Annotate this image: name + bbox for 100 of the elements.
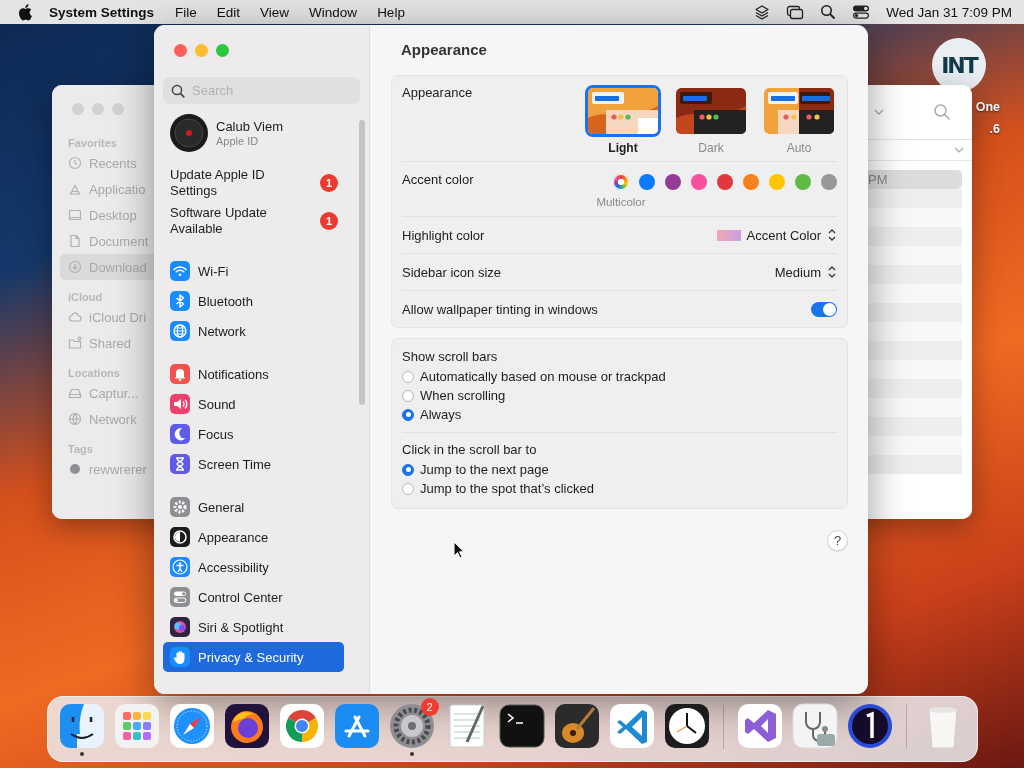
- sidebar-item[interactable]: Network: [163, 316, 344, 346]
- download-icon: [68, 260, 82, 274]
- close-button[interactable]: [72, 103, 84, 115]
- minimize-button[interactable]: [92, 103, 104, 115]
- accent-swatch[interactable]: [639, 174, 655, 190]
- scrollbar-thumb[interactable]: [359, 120, 365, 405]
- icon-label: .6: [989, 121, 1000, 138]
- menu-item[interactable]: Window: [299, 4, 368, 20]
- list-row[interactable]: [868, 436, 962, 455]
- sidebar-item[interactable]: Siri & Spotlight: [163, 612, 344, 642]
- list-row[interactable]: [868, 379, 962, 398]
- stethoscope-icon[interactable]: [790, 702, 839, 750]
- chevron-down-icon[interactable]: [874, 109, 884, 115]
- list-row[interactable]: [868, 322, 962, 341]
- notification-badge: 1: [320, 212, 338, 230]
- item-label: Bluetooth: [198, 293, 253, 309]
- sidebar-item[interactable]: Bluetooth: [163, 286, 344, 316]
- minimize-button[interactable]: [195, 44, 208, 57]
- accent-swatch[interactable]: [717, 174, 733, 190]
- guitar-icon[interactable]: [552, 702, 601, 750]
- zoom-button[interactable]: [216, 44, 229, 57]
- toggle-switch[interactable]: [811, 301, 837, 317]
- app-store-icon[interactable]: [332, 702, 381, 750]
- accent-swatch[interactable]: [795, 174, 811, 190]
- list-row[interactable]: [868, 284, 962, 303]
- app-menu[interactable]: System Settings: [33, 4, 166, 20]
- radio-button[interactable]: [402, 482, 414, 495]
- menu-item[interactable]: Help: [367, 4, 415, 20]
- list-row[interactable]: [868, 189, 962, 208]
- accent-swatch[interactable]: [691, 174, 707, 190]
- numbered-circle-icon[interactable]: [845, 702, 894, 750]
- list-row[interactable]: [868, 417, 962, 436]
- list-row[interactable]: [868, 303, 962, 322]
- fox-icon[interactable]: [222, 702, 271, 750]
- zoom-button[interactable]: [112, 103, 124, 115]
- item-label: General: [198, 499, 245, 515]
- sidebar-item[interactable]: Appearance: [163, 522, 344, 552]
- accent-swatch[interactable]: [821, 174, 837, 190]
- globe-icon: [68, 412, 82, 426]
- help-button[interactable]: ?: [827, 530, 848, 551]
- menu-bar-clock[interactable]: Wed Jan 31 7:09 PM: [886, 4, 1012, 20]
- apple-logo-icon[interactable]: [18, 3, 33, 21]
- sidebar-item[interactable]: Screen Time: [163, 449, 344, 479]
- close-button[interactable]: [174, 44, 187, 57]
- notice-link[interactable]: Software Update Available: [170, 205, 298, 237]
- accent-swatch[interactable]: [743, 174, 759, 190]
- list-row[interactable]: [868, 341, 962, 360]
- layers-icon[interactable]: [754, 4, 771, 20]
- pane-title: Appearance: [401, 41, 488, 58]
- clock-icon[interactable]: [662, 702, 711, 750]
- option-label: Jump to the spot that’s clicked: [420, 481, 594, 496]
- desktop-icon: [68, 208, 82, 222]
- sidebar-item[interactable]: Accessibility: [163, 552, 344, 582]
- terminal-icon[interactable]: [497, 702, 546, 750]
- popup-button[interactable]: Accent Color: [716, 227, 837, 243]
- accent-swatch[interactable]: [769, 174, 785, 190]
- accent-swatch[interactable]: [613, 174, 629, 190]
- windows-icon[interactable]: [786, 4, 805, 20]
- chrome-icon[interactable]: [277, 702, 326, 750]
- list-row[interactable]: [868, 246, 962, 265]
- accent-swatch[interactable]: [665, 174, 681, 190]
- code-editor-icon[interactable]: [607, 702, 656, 750]
- sidebar-item[interactable]: Focus: [163, 419, 344, 449]
- list-row[interactable]: [868, 208, 962, 227]
- list-row[interactable]: [868, 360, 962, 379]
- list-row[interactable]: [868, 455, 962, 474]
- clock-icon: [68, 156, 82, 170]
- launchpad-icon[interactable]: [112, 702, 161, 750]
- menu-item[interactable]: File: [165, 4, 207, 20]
- radio-button[interactable]: [402, 370, 414, 383]
- menu-item[interactable]: View: [250, 4, 300, 20]
- menu-item[interactable]: Edit: [206, 4, 251, 20]
- account-name[interactable]: Calub Viem: [216, 119, 283, 134]
- sidebar-item[interactable]: General: [163, 492, 344, 522]
- notice-link[interactable]: Update Apple ID Settings: [170, 167, 298, 199]
- app-logo[interactable]: INT: [932, 38, 986, 92]
- item-label: Wi-Fi: [198, 263, 229, 279]
- popup-button[interactable]: Medium: [774, 264, 837, 280]
- list-row[interactable]: [868, 265, 962, 284]
- avatar-icon[interactable]: [170, 114, 208, 152]
- radio-button[interactable]: [402, 408, 414, 421]
- sidebar-item[interactable]: Privacy & Security: [163, 642, 344, 672]
- sidebar-item[interactable]: Wi-Fi: [163, 256, 344, 286]
- item-label: Network: [198, 323, 246, 339]
- compass-icon[interactable]: [167, 702, 216, 750]
- ide-icon[interactable]: [735, 702, 784, 750]
- gear-icon[interactable]: [387, 702, 436, 750]
- list-row[interactable]: [868, 398, 962, 417]
- appearance-option[interactable]: Light: [585, 85, 661, 155]
- sidebar-item[interactable]: Notifications: [163, 359, 344, 389]
- control-center-icon[interactable]: [852, 4, 871, 20]
- search-icon[interactable]: [820, 4, 837, 20]
- sidebar-item[interactable]: Sound: [163, 389, 344, 419]
- radio-button[interactable]: [402, 463, 414, 476]
- chevron-down-icon[interactable]: [954, 147, 964, 153]
- item-label: iCloud Dri: [89, 309, 147, 325]
- sidebar-item[interactable]: Control Center: [163, 582, 344, 612]
- list-row[interactable]: [868, 227, 962, 246]
- radio-button[interactable]: [402, 389, 414, 402]
- finder-icon[interactable]: [57, 702, 106, 750]
